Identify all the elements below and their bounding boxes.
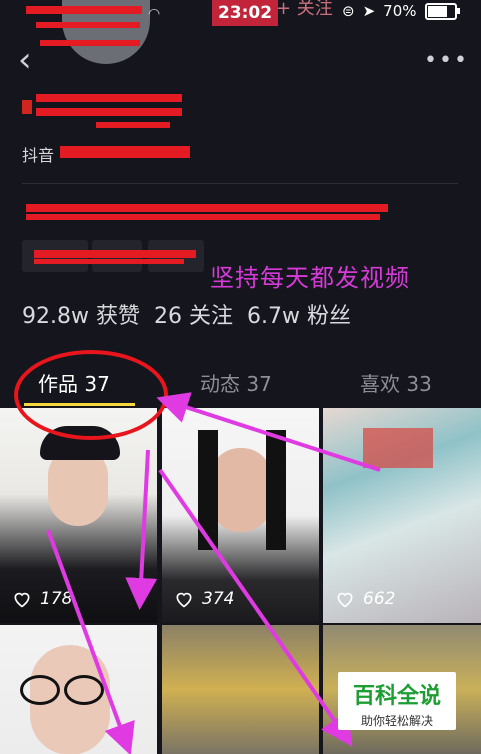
watermark-title: 百科全说: [352, 684, 441, 709]
arrow: [158, 468, 353, 747]
watermark-subtitle: 助你轻松解决: [360, 714, 433, 728]
arrow: [156, 392, 381, 472]
arrow: [125, 449, 158, 610]
annotation-arrows: [46, 392, 381, 754]
arrow: [46, 529, 135, 754]
watermark-logo: 百科全说 助你轻松解决: [338, 672, 456, 730]
